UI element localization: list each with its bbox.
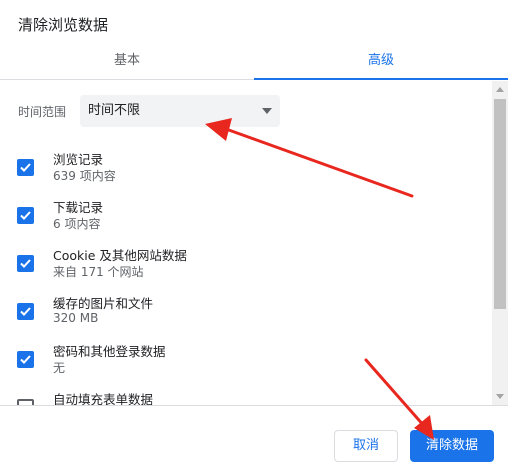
scrollbar-thumb[interactable] bbox=[494, 99, 506, 309]
checkmark-icon bbox=[20, 163, 31, 172]
scroll-up-icon[interactable] bbox=[496, 87, 504, 92]
checkbox-cookies[interactable] bbox=[17, 255, 34, 272]
caret-down-icon bbox=[262, 108, 272, 114]
checkbox-cache[interactable] bbox=[17, 303, 34, 320]
checkbox-history[interactable] bbox=[17, 159, 34, 176]
item-title: 缓存的图片和文件 bbox=[53, 296, 154, 311]
item-title: 密码和其他登录数据 bbox=[53, 344, 166, 359]
tab-basic[interactable]: 基本 bbox=[0, 44, 254, 80]
clear-browsing-data-dialog: 清除浏览数据 基本 高级 时间范围 时间不限 浏览记录 639 项内容 下载记录… bbox=[0, 0, 508, 475]
checkmark-icon bbox=[20, 259, 31, 268]
tab-bar: 基本 高级 bbox=[0, 44, 508, 80]
settings-list: 时间范围 时间不限 浏览记录 639 项内容 下载记录 6 项内容 Cookie… bbox=[0, 81, 492, 405]
time-range-value: 时间不限 bbox=[88, 103, 141, 118]
active-tab-indicator bbox=[254, 78, 508, 80]
scroll-down-icon[interactable] bbox=[496, 394, 504, 399]
checkbox-downloads[interactable] bbox=[17, 207, 34, 224]
list-item-cookies: Cookie 及其他网站数据 来自 171 个网站 bbox=[16, 245, 476, 293]
time-range-row: 时间范围 时间不限 bbox=[18, 95, 280, 127]
clear-data-button[interactable]: 清除数据 bbox=[410, 430, 494, 462]
list-item-downloads: 下载记录 6 项内容 bbox=[16, 197, 476, 245]
item-title: 浏览记录 bbox=[53, 152, 104, 167]
cancel-button[interactable]: 取消 bbox=[334, 430, 398, 462]
item-subtitle: 320 MB bbox=[53, 311, 99, 325]
time-range-label: 时间范围 bbox=[18, 104, 67, 119]
list-item-history: 浏览记录 639 项内容 bbox=[16, 149, 476, 197]
checkmark-icon bbox=[20, 211, 31, 220]
item-subtitle: 来自 171 个网站 bbox=[53, 265, 144, 279]
list-item-autofill: 自动填充表单数据 bbox=[16, 389, 476, 405]
list-item-cache: 缓存的图片和文件 320 MB bbox=[16, 293, 476, 341]
item-title: 下载记录 bbox=[53, 200, 104, 215]
item-subtitle: 6 项内容 bbox=[53, 217, 101, 231]
dialog-footer: 取消 清除数据 bbox=[0, 405, 508, 475]
time-range-select[interactable]: 时间不限 bbox=[80, 95, 280, 127]
dialog-title: 清除浏览数据 bbox=[18, 16, 109, 34]
checkmark-icon bbox=[20, 307, 31, 316]
item-title: 自动填充表单数据 bbox=[53, 392, 154, 405]
item-title: Cookie 及其他网站数据 bbox=[53, 248, 187, 263]
list-item-passwords: 密码和其他登录数据 无 bbox=[16, 341, 476, 389]
item-subtitle: 639 项内容 bbox=[53, 169, 116, 183]
checkmark-icon bbox=[20, 355, 31, 364]
tab-advanced[interactable]: 高级 bbox=[254, 44, 508, 80]
vertical-scrollbar[interactable] bbox=[492, 81, 508, 405]
item-subtitle: 无 bbox=[53, 361, 66, 375]
checkbox-passwords[interactable] bbox=[17, 351, 34, 368]
